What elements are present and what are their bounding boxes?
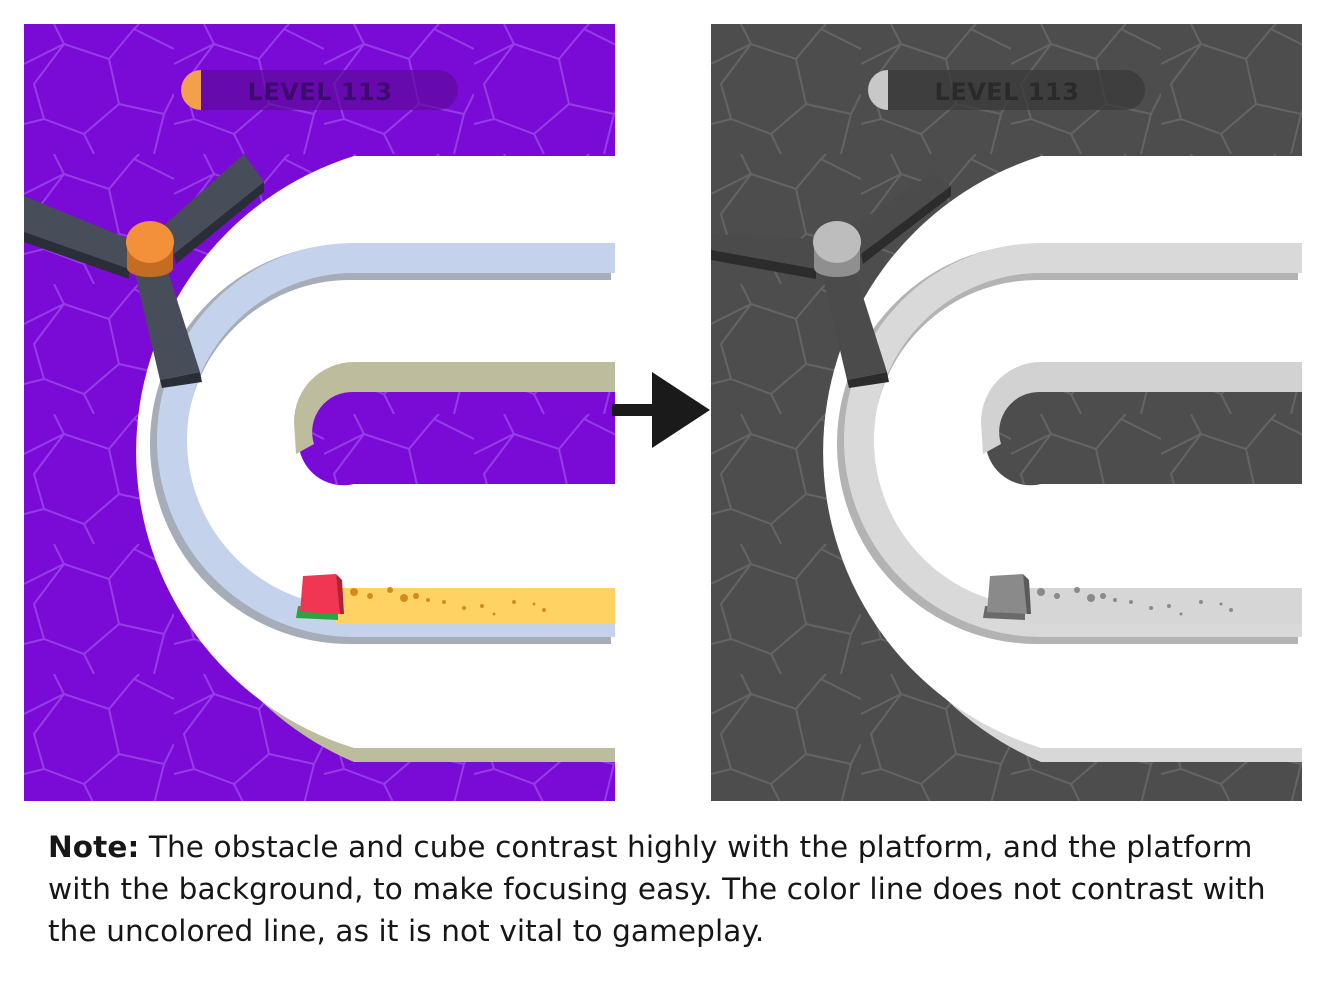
level-label: LEVEL 113 <box>248 78 393 106</box>
right-arrow-icon <box>612 372 710 448</box>
note-caption: Note: The obstacle and cube contrast hig… <box>48 826 1288 952</box>
game-screenshot-grayscale: LEVEL 113 <box>711 24 1302 801</box>
level-hud: LEVEL 113 <box>868 70 1145 110</box>
player-cube <box>296 574 344 620</box>
colored-line <box>1023 588 1302 624</box>
note-text: The obstacle and cube contrast highly wi… <box>48 830 1266 948</box>
game-scene-color: LEVEL 113 <box>24 24 615 801</box>
level-hud: LEVEL 113 <box>181 70 458 110</box>
level-label: LEVEL 113 <box>935 78 1080 106</box>
game-screenshot-color: LEVEL 113 <box>24 24 615 801</box>
game-scene-grayscale: LEVEL 113 <box>711 24 1302 801</box>
note-label: Note: <box>48 830 140 864</box>
player-cube <box>983 574 1031 620</box>
colored-line <box>336 588 615 624</box>
